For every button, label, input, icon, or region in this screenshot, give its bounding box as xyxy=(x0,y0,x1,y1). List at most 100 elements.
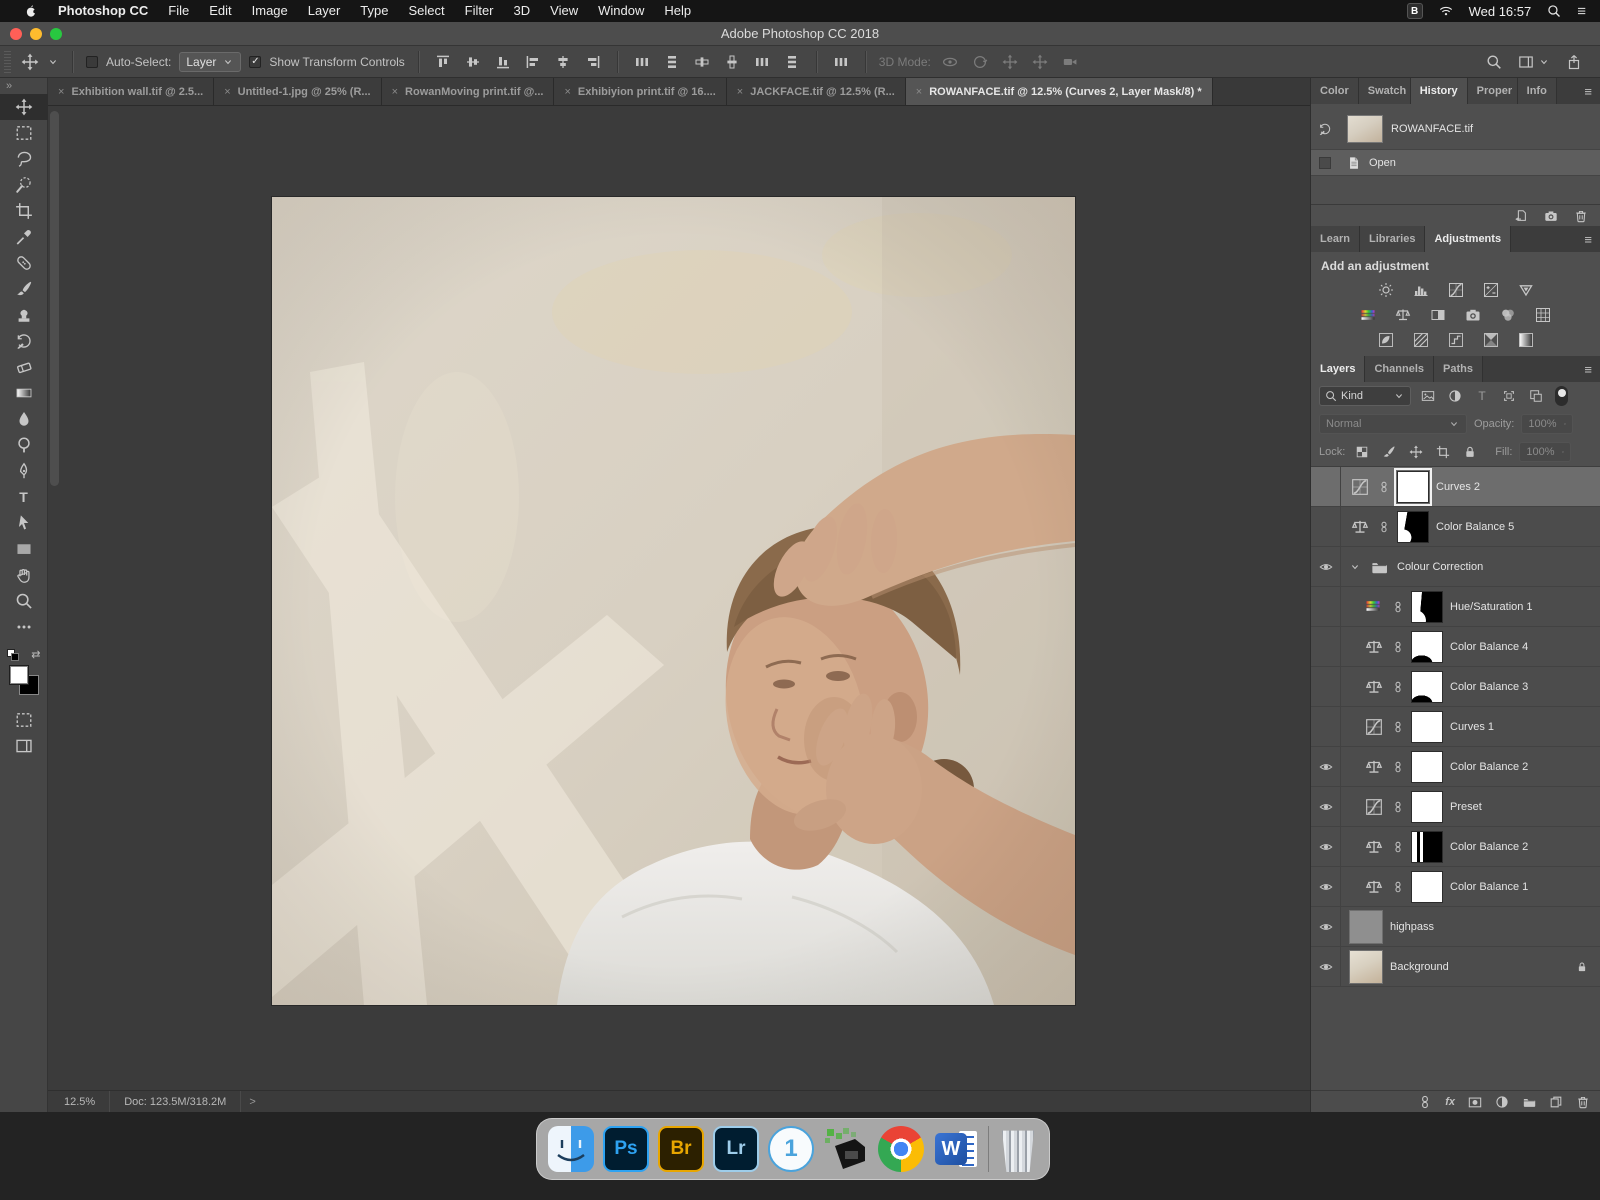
document-tab[interactable]: ×Exhibiyion print.tif @ 16.... xyxy=(554,78,726,105)
blend-mode-dropdown[interactable]: Normal xyxy=(1319,414,1467,434)
delete-layer-icon[interactable] xyxy=(1576,1095,1590,1109)
layer-row-hue-saturation-1[interactable]: Hue/Saturation 1 xyxy=(1311,587,1600,627)
visibility-toggle[interactable] xyxy=(1311,667,1341,706)
foreground-color-swatch[interactable] xyxy=(9,665,29,685)
close-tab-icon[interactable]: × xyxy=(224,86,230,98)
notification-center-icon[interactable]: ≡ xyxy=(1577,3,1586,20)
canvas-photo[interactable] xyxy=(272,197,1075,1005)
layer-thumbnail[interactable] xyxy=(1349,950,1383,984)
align-vertical-centers-icon[interactable] xyxy=(462,50,484,74)
mask-link-icon[interactable] xyxy=(1392,761,1404,773)
mask-link-icon[interactable] xyxy=(1378,521,1390,533)
move-tool[interactable] xyxy=(0,94,48,120)
menubar-clock[interactable]: Wed 16:57 xyxy=(1469,4,1532,19)
exposure-icon[interactable] xyxy=(1480,280,1502,300)
tab-learn[interactable]: Learn xyxy=(1311,226,1360,252)
lasso-tool[interactable] xyxy=(0,146,48,172)
layer-mask-thumbnail[interactable] xyxy=(1397,511,1429,543)
edit-toolbar-icon[interactable] xyxy=(0,614,48,640)
layer-mask-thumbnail[interactable] xyxy=(1411,631,1443,663)
layer-row-background[interactable]: Background xyxy=(1311,947,1600,987)
quick-selection-tool[interactable] xyxy=(0,172,48,198)
close-tab-icon[interactable]: × xyxy=(392,86,398,98)
3d-roll-icon[interactable] xyxy=(969,50,991,74)
close-tab-icon[interactable]: × xyxy=(916,86,922,98)
threshold-icon[interactable] xyxy=(1445,330,1467,350)
layer-mask-thumbnail[interactable] xyxy=(1397,471,1429,503)
eye-icon[interactable] xyxy=(1319,800,1333,814)
layer-filtering-toggle[interactable] xyxy=(1555,386,1568,406)
zoom-tool[interactable] xyxy=(0,588,48,614)
healing-brush-tool[interactable] xyxy=(0,250,48,276)
menu-window[interactable]: Window xyxy=(588,0,654,22)
document-tab[interactable]: ×Untitled-1.jpg @ 25% (R... xyxy=(214,78,381,105)
eraser-tool[interactable] xyxy=(0,354,48,380)
align-horizontal-centers-icon[interactable] xyxy=(552,50,574,74)
filter-pixel-layers-icon[interactable] xyxy=(1418,389,1438,403)
finder-dock-icon[interactable] xyxy=(548,1126,594,1172)
tab-libraries[interactable]: Libraries xyxy=(1360,226,1425,252)
layer-row-color-balance-3[interactable]: Color Balance 3 xyxy=(1311,667,1600,707)
new-layer-icon[interactable] xyxy=(1549,1095,1563,1109)
tab-paths[interactable]: Paths xyxy=(1434,356,1483,382)
new-document-from-state-icon[interactable] xyxy=(1514,209,1528,223)
menu-type[interactable]: Type xyxy=(350,0,398,22)
filter-smart-objects-icon[interactable] xyxy=(1526,389,1546,403)
eye-icon[interactable] xyxy=(1319,840,1333,854)
vertical-scrollbar[interactable] xyxy=(50,111,59,486)
wifi-icon[interactable] xyxy=(1439,4,1453,18)
workspace-switcher[interactable] xyxy=(1518,54,1550,70)
3d-pan-icon[interactable] xyxy=(999,50,1021,74)
foreground-background-swatches[interactable] xyxy=(9,665,39,695)
tab-adjustments[interactable]: Adjustments xyxy=(1425,226,1511,252)
mask-link-icon[interactable] xyxy=(1392,881,1404,893)
close-tab-icon[interactable]: × xyxy=(58,86,64,98)
auto-select-target-dropdown[interactable]: Layer xyxy=(179,52,241,72)
box-sync-icon[interactable]: B xyxy=(1407,3,1423,19)
trash-dock-icon[interactable] xyxy=(998,1126,1038,1172)
zoom-window-button[interactable] xyxy=(50,28,62,40)
filter-adjustment-layers-icon[interactable] xyxy=(1445,389,1465,403)
distribute-left-edges-icon[interactable] xyxy=(721,50,743,74)
search-icon[interactable] xyxy=(1486,54,1502,70)
posterize-icon[interactable] xyxy=(1410,330,1432,350)
zoom-level-field[interactable]: 12.5% xyxy=(48,1091,110,1112)
scanner-app-dock-icon[interactable] xyxy=(823,1126,869,1172)
marquee-tool[interactable] xyxy=(0,120,48,146)
menu-view[interactable]: View xyxy=(540,0,588,22)
visibility-toggle[interactable] xyxy=(1311,587,1341,626)
layer-row-color-balance-1[interactable]: Color Balance 1 xyxy=(1311,867,1600,907)
opacity-field[interactable]: 100% xyxy=(1521,414,1573,434)
blur-tool[interactable] xyxy=(0,406,48,432)
vibrance-icon[interactable] xyxy=(1515,280,1537,300)
visibility-toggle[interactable] xyxy=(1311,467,1341,506)
align-top-edges-icon[interactable] xyxy=(432,50,454,74)
swap-colors-icon[interactable]: ⇄ xyxy=(31,648,40,661)
tab-channels[interactable]: Channels xyxy=(1365,356,1434,382)
layer-row-color-balance-2a[interactable]: Color Balance 2 xyxy=(1311,747,1600,787)
tab-history[interactable]: History xyxy=(1411,78,1468,104)
history-source-row[interactable]: ROWANFACE.tif xyxy=(1311,108,1600,150)
layer-group-colour-correction[interactable]: Colour Correction xyxy=(1311,547,1600,587)
history-brush-tool[interactable] xyxy=(0,328,48,354)
3d-orbit-icon[interactable] xyxy=(939,50,961,74)
layer-row-color-balance-2b[interactable]: Color Balance 2 xyxy=(1311,827,1600,867)
layer-row-highpass[interactable]: highpass xyxy=(1311,907,1600,947)
history-state-well[interactable] xyxy=(1319,157,1331,169)
channel-mixer-icon[interactable] xyxy=(1497,305,1519,325)
document-tab-active[interactable]: ×ROWANFACE.tif @ 12.5% (Curves 2, Layer … xyxy=(906,78,1213,105)
chevron-down-icon[interactable] xyxy=(47,56,59,68)
color-balance-icon[interactable] xyxy=(1392,305,1414,325)
distribute-right-edges-icon[interactable] xyxy=(781,50,803,74)
chrome-dock-icon[interactable] xyxy=(878,1126,924,1172)
close-window-button[interactable] xyxy=(10,28,22,40)
new-snapshot-icon[interactable] xyxy=(1544,209,1558,223)
eye-icon[interactable] xyxy=(1319,920,1333,934)
distribute-horizontal-centers-icon[interactable] xyxy=(751,50,773,74)
move-tool-preset-icon[interactable] xyxy=(21,53,39,71)
fill-field[interactable]: 100% xyxy=(1519,442,1571,462)
gradient-tool[interactable] xyxy=(0,380,48,406)
layer-filter-kind-dropdown[interactable]: Kind xyxy=(1319,386,1411,406)
default-colors-icon[interactable] xyxy=(7,649,19,661)
distribute-top-edges-icon[interactable] xyxy=(631,50,653,74)
